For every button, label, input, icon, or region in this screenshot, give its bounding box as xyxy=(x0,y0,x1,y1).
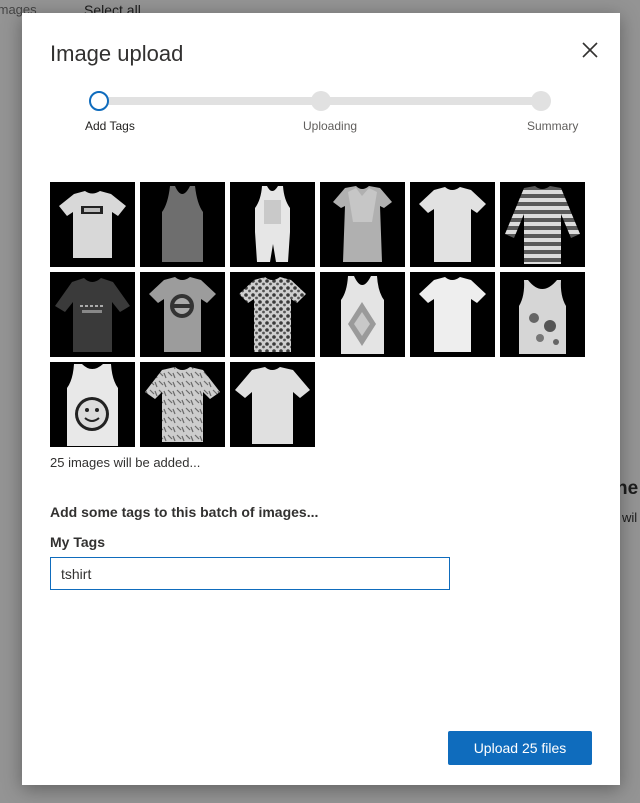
image-upload-dialog: Image upload Add Tags Uploading Summary xyxy=(22,13,620,785)
thumbnail-patterned-tshirt xyxy=(230,272,315,357)
tags-heading: Add some tags to this batch of images... xyxy=(50,504,319,520)
step-dot-add-tags xyxy=(89,91,109,111)
upload-files-button[interactable]: Upload 25 files xyxy=(448,731,592,765)
dialog-title: Image upload xyxy=(50,41,184,66)
thumbnail-tank-smiley xyxy=(50,362,135,447)
step-label-uploading: Uploading xyxy=(303,119,358,133)
thumbnail-sleeveless-dress xyxy=(230,182,315,267)
step-label-add-tags: Add Tags xyxy=(85,119,135,133)
thumbnail-tank-diamond-print xyxy=(320,272,405,357)
thumbnail-printed-tshirt xyxy=(140,362,225,447)
step-label-summary: Summary xyxy=(527,119,579,133)
thumbnail-tshirt-light xyxy=(230,362,315,447)
my-tags-label: My Tags xyxy=(50,534,105,550)
thumbnail-striped-top xyxy=(500,182,585,267)
step-dot-summary xyxy=(531,91,551,111)
thumbnail-tshirt-white xyxy=(410,272,495,357)
step-dot-uploading xyxy=(311,91,331,111)
close-button[interactable] xyxy=(580,40,600,60)
progress-stepper: Add Tags Uploading Summary xyxy=(22,91,620,151)
thumbnail-dress xyxy=(320,182,405,267)
thumbnail-tshirt-circle-print xyxy=(140,272,225,357)
thumbnail-dark-print-tshirt xyxy=(50,272,135,357)
thumbnail-tshirt-plain xyxy=(410,182,495,267)
images-count-text: 25 images will be added... xyxy=(50,455,201,470)
close-icon xyxy=(582,42,598,58)
thumbnail-tshirt-logo xyxy=(50,182,135,267)
tags-input[interactable] xyxy=(50,557,450,590)
thumbnail-tank-top-dark xyxy=(140,182,225,267)
thumbnail-floral-camisole xyxy=(500,272,585,357)
